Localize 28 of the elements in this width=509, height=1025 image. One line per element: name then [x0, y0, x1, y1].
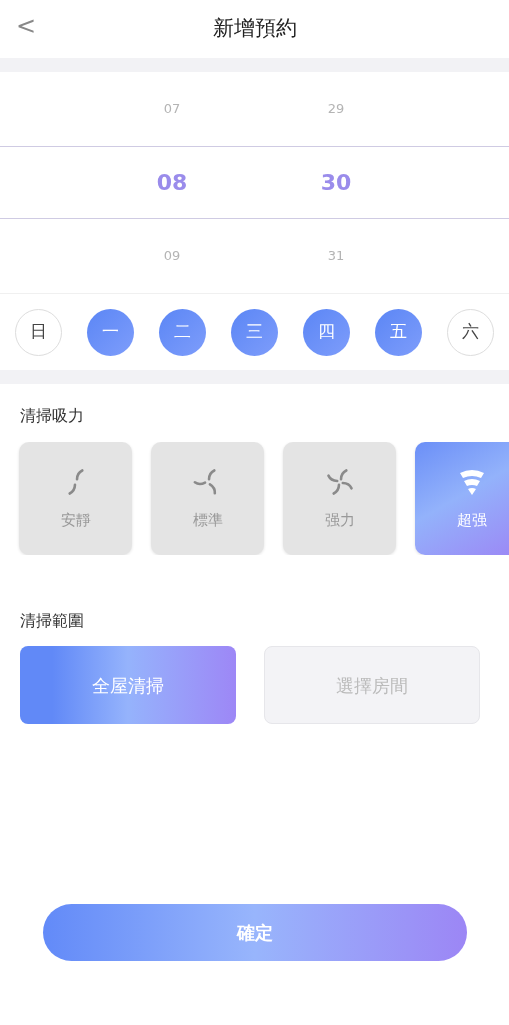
option-label: 强力	[324, 510, 355, 532]
picker-value[interactable]: 30	[296, 166, 376, 199]
weekday-toggle[interactable]: 二	[159, 308, 206, 356]
weekday-toggle[interactable]: 一	[87, 308, 134, 356]
option-label: 安靜	[60, 510, 91, 532]
picker-value[interactable]: 09	[132, 246, 212, 266]
weekday-toggle[interactable]: 日	[15, 308, 62, 356]
picker-value[interactable]: 29	[296, 99, 376, 119]
weekday-toggle[interactable]: 三	[231, 308, 278, 356]
weekday-toggle[interactable]: 五	[375, 308, 422, 356]
option-label: 標準	[192, 510, 223, 532]
picker-value[interactable]: 31	[296, 246, 376, 266]
option-label: 超强	[456, 510, 487, 532]
page-title: 新增預約	[212, 15, 297, 43]
confirm-button[interactable]: 確定	[42, 904, 467, 961]
section-title: 清掃吸力	[20, 405, 85, 427]
suction-option[interactable]: 安靜	[19, 442, 132, 555]
weekday-toggle[interactable]: 四	[303, 308, 350, 356]
scope-option[interactable]: 全屋清掃	[20, 646, 236, 724]
back-button[interactable]: <	[12, 12, 41, 41]
picker-value[interactable]: 07	[132, 99, 212, 119]
weekday-toggle[interactable]: 六	[447, 308, 494, 356]
suction-option[interactable]: 强力	[283, 442, 396, 555]
suction-option[interactable]: 超强	[415, 442, 509, 555]
picker-value[interactable]: 08	[132, 166, 212, 199]
scope-option[interactable]: 選擇房間	[264, 646, 480, 724]
section-title: 清掃範圍	[20, 610, 85, 632]
suction-option[interactable]: 標準	[151, 442, 264, 555]
